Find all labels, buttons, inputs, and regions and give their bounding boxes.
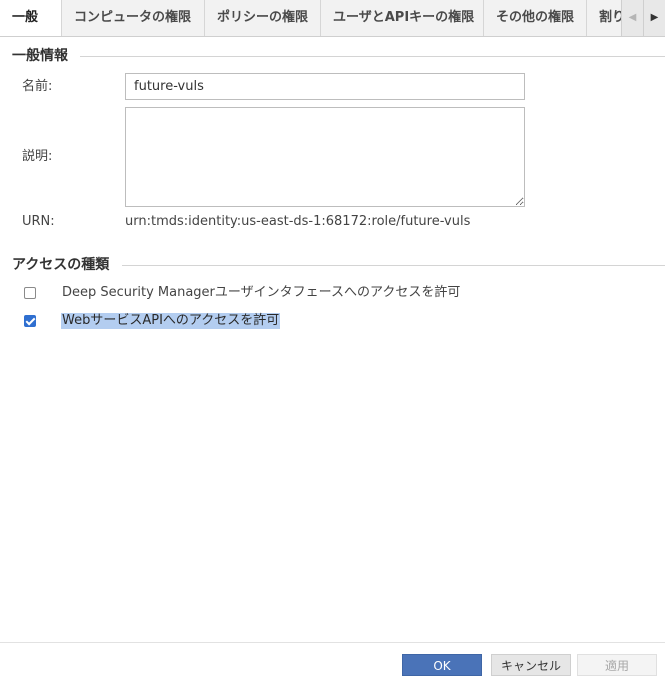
access-type-divider bbox=[122, 265, 665, 266]
tab-computer-permissions[interactable]: コンピュータの権限 bbox=[62, 0, 205, 36]
web-api-access-label[interactable]: WebサービスAPIへのアクセスを許可 bbox=[61, 313, 281, 329]
tab-bar: 一般 コンピュータの権限 ポリシーの権限 ユーザとAPIキーの権限 その他の権限… bbox=[0, 0, 665, 37]
tab-scroll-right-icon[interactable]: ▶ bbox=[643, 0, 665, 36]
apply-button[interactable]: 適用 bbox=[577, 654, 657, 676]
description-textarea[interactable] bbox=[125, 107, 525, 207]
general-info-divider bbox=[80, 56, 665, 57]
dsm-ui-access-label[interactable]: Deep Security Managerユーザインタフェースへのアクセスを許可 bbox=[62, 285, 460, 301]
tab-other-permissions[interactable]: その他の権限 bbox=[484, 0, 587, 36]
urn-label: URN: bbox=[22, 214, 55, 229]
tab-assignments[interactable]: 割り bbox=[587, 0, 621, 36]
cancel-button[interactable]: キャンセル bbox=[491, 654, 571, 676]
web-api-access-checkbox[interactable] bbox=[24, 315, 36, 327]
tab-general[interactable]: 一般 bbox=[0, 0, 62, 36]
ok-button[interactable]: OK bbox=[402, 654, 482, 676]
tab-scroll-left-icon[interactable]: ◀ bbox=[621, 0, 643, 36]
access-type-heading: アクセスの種類 bbox=[12, 257, 110, 273]
description-label: 説明: bbox=[22, 149, 53, 164]
general-info-heading: 一般情報 bbox=[12, 48, 68, 64]
dsm-ui-access-checkbox[interactable] bbox=[24, 287, 36, 299]
footer-divider bbox=[0, 642, 665, 643]
tab-user-api-key-permissions[interactable]: ユーザとAPIキーの権限 bbox=[321, 0, 484, 36]
tab-policy-permissions[interactable]: ポリシーの権限 bbox=[205, 0, 321, 36]
checkmark-icon bbox=[25, 315, 36, 326]
urn-value: urn:tmds:identity:us-east-ds-1:68172:rol… bbox=[125, 214, 471, 229]
name-label: 名前: bbox=[22, 79, 53, 94]
name-input[interactable] bbox=[125, 73, 525, 100]
